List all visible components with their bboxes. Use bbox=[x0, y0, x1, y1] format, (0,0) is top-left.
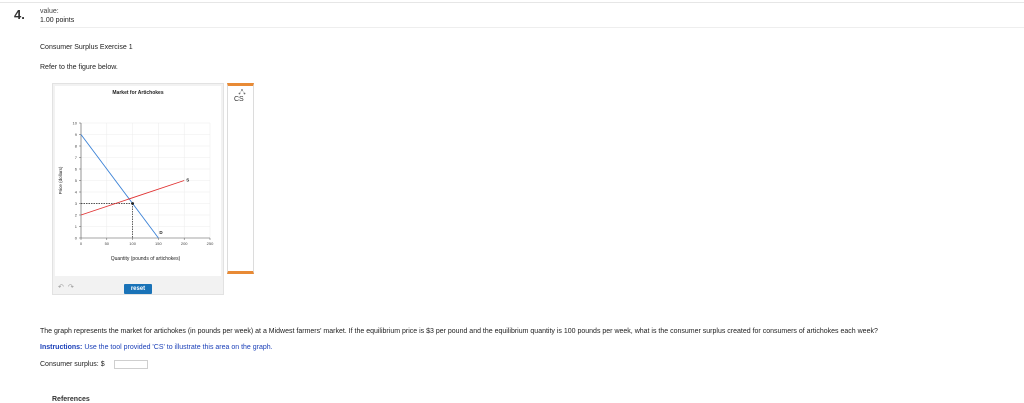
x-tick-label: 200 bbox=[181, 241, 188, 246]
x-tick-label: 150 bbox=[155, 241, 162, 246]
y-tick-label: 3 bbox=[75, 201, 78, 206]
x-tick-label: 250 bbox=[207, 241, 214, 246]
instructions-label: Instructions: bbox=[40, 344, 83, 351]
demand-label: D bbox=[159, 230, 163, 235]
cs-tool-label[interactable]: CS bbox=[234, 96, 244, 103]
redo-icon[interactable]: ↷ bbox=[68, 283, 74, 291]
x-tick-label: 0 bbox=[80, 241, 83, 246]
graph-panel: Market for Artichokes 0 1 2 3 4 5 6 7 8 9 10 0 50 100… bbox=[52, 83, 224, 295]
equilibrium-point bbox=[131, 202, 134, 205]
question-text: The graph represents the market for arti… bbox=[40, 328, 878, 335]
x-tick-label: 100 bbox=[129, 241, 136, 246]
header-divider bbox=[40, 27, 1024, 28]
top-divider bbox=[0, 2, 1024, 3]
y-tick-label: 9 bbox=[75, 132, 78, 137]
y-tick-label: 6 bbox=[75, 167, 78, 172]
cs-tool-panel[interactable]: CS bbox=[227, 83, 254, 274]
market-chart[interactable]: 0123456789100 50 100 150 200 250DSQuantity (p… bbox=[55, 86, 221, 276]
consumer-surplus-input[interactable] bbox=[114, 360, 148, 369]
undo-icon[interactable]: ↶ bbox=[58, 283, 64, 291]
references-link[interactable]: References bbox=[52, 396, 90, 403]
exercise-title: Consumer Surplus Exercise 1 bbox=[40, 44, 133, 51]
consumer-surplus-label: Consumer surplus: $ bbox=[40, 361, 105, 368]
y-tick-label: 5 bbox=[75, 178, 78, 183]
refer-text: Refer to the figure below. bbox=[40, 64, 118, 71]
points-value: 1.00 points bbox=[40, 17, 75, 24]
y-tick-label: 2 bbox=[75, 213, 78, 218]
x-axis-label: Quantity (pounds of artichokes) bbox=[111, 256, 181, 262]
supply-label: S bbox=[186, 178, 189, 183]
reset-button[interactable]: reset bbox=[124, 284, 152, 294]
demand-line bbox=[80, 134, 159, 239]
instructions: Instructions: Use the tool provided 'CS'… bbox=[40, 344, 273, 351]
y-tick-label: 10 bbox=[73, 121, 78, 126]
y-tick-label: 0 bbox=[75, 236, 78, 241]
y-axis-label: Price (dollars) bbox=[58, 166, 63, 194]
x-tick-label: 50 bbox=[105, 241, 110, 246]
y-tick-label: 4 bbox=[75, 190, 78, 195]
graph-canvas-area[interactable]: Market for Artichokes 0 1 2 3 4 5 6 7 8 9 10 0 50 100… bbox=[55, 86, 221, 276]
y-tick-label: 7 bbox=[75, 155, 78, 160]
y-tick-label: 8 bbox=[75, 144, 78, 149]
y-tick-label: 1 bbox=[75, 224, 78, 229]
question-number: 4. bbox=[14, 7, 25, 22]
value-label: value: bbox=[40, 8, 59, 15]
instructions-text: Use the tool provided 'CS' to illustrate… bbox=[82, 344, 273, 351]
